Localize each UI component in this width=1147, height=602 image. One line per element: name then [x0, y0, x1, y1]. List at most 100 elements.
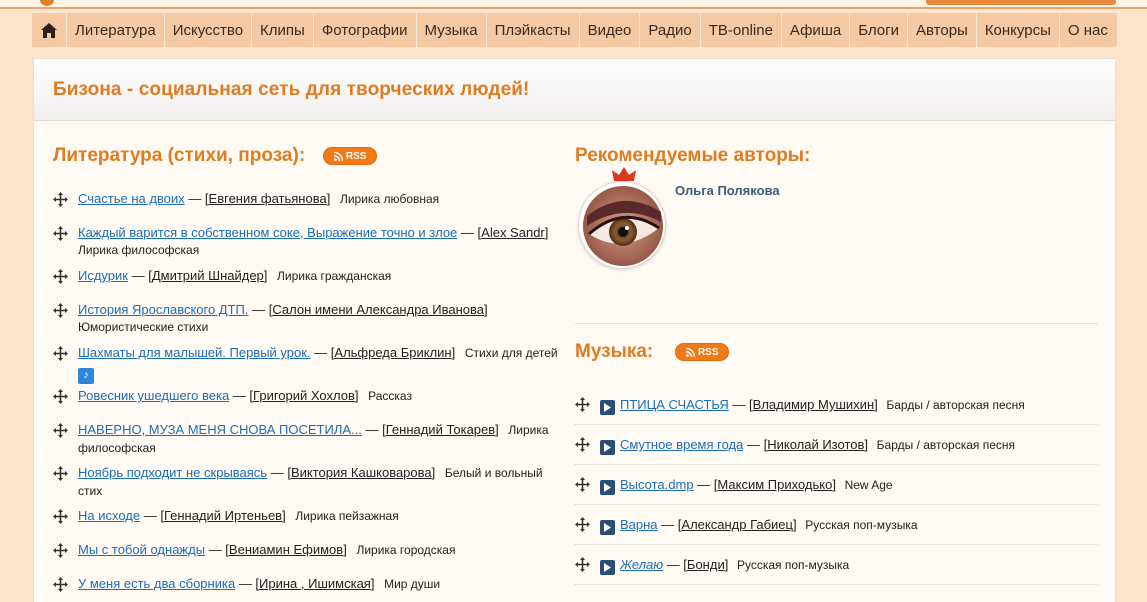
- literature-item-author[interactable]: Геннадий Токарев: [386, 422, 495, 437]
- play-icon[interactable]: [600, 520, 615, 535]
- move-icon[interactable]: [53, 226, 68, 241]
- move-icon[interactable]: [53, 389, 68, 404]
- nav-item-authors[interactable]: Авторы: [908, 13, 977, 47]
- rss-icon: [333, 151, 343, 161]
- move-icon[interactable]: [575, 397, 590, 412]
- literature-item-title[interactable]: Каждый варится в собственном соке, Выраж…: [78, 225, 457, 240]
- nav-item-art[interactable]: Искусство: [165, 13, 253, 47]
- play-icon[interactable]: [600, 560, 615, 575]
- nav-item-contests[interactable]: Конкурсы: [977, 13, 1060, 47]
- nav-item-photos[interactable]: Фотографии: [314, 13, 417, 47]
- literature-item-author[interactable]: Виктория Кашковарова: [291, 465, 432, 480]
- music-item-author[interactable]: Бонди: [687, 557, 725, 572]
- nav-item-radio[interactable]: Радио: [640, 13, 701, 47]
- list-item: Ноябрь подходит не скрываясь — [Виктория…: [53, 464, 563, 507]
- nav-home[interactable]: [32, 13, 67, 47]
- nav-item-clips[interactable]: Клипы: [252, 13, 314, 47]
- music-item-author[interactable]: Николай Изотов: [767, 437, 864, 452]
- music-list: ПТИЦА СЧАСТЬЯ — [Владимир Мушихин] Барды…: [575, 385, 1098, 585]
- literature-item-title[interactable]: Мы с тобой однажды: [78, 542, 205, 557]
- nav-item-blogs[interactable]: Блоги: [850, 13, 908, 47]
- literature-item-author[interactable]: Салон имени Александра Иванова: [272, 302, 484, 317]
- literature-item-author[interactable]: Ирина , Ишимская: [259, 576, 371, 591]
- nav-item-video[interactable]: Видео: [580, 13, 641, 47]
- music-item-author[interactable]: Максим Приходько: [717, 477, 832, 492]
- move-icon[interactable]: [53, 466, 68, 481]
- move-icon[interactable]: [575, 517, 590, 532]
- nav-item-tv-online[interactable]: ТВ-online: [701, 13, 782, 47]
- literature-title: Литература (стихи, проза):: [53, 145, 306, 166]
- music-item-title[interactable]: Желаю: [620, 557, 663, 572]
- list-item: На исходе — [Геннадий Иртеньев] Лирика п…: [53, 507, 563, 541]
- list-item: Варна — [Александр Габиец] Русская поп-м…: [575, 505, 1098, 545]
- literature-item-title[interactable]: У меня есть два сборника: [78, 576, 235, 591]
- literature-item-genre: Лирика городская: [356, 543, 456, 557]
- literature-item-genre: Стихи для детей: [464, 346, 558, 360]
- music-item-title[interactable]: Варна: [620, 517, 658, 532]
- music-rss-button[interactable]: RSS: [675, 343, 730, 361]
- move-icon[interactable]: [575, 557, 590, 572]
- nav-item-afisha[interactable]: Афиша: [782, 13, 851, 47]
- music-rss-label: RSS: [697, 346, 719, 358]
- music-item-title[interactable]: ПТИЦА СЧАСТЬЯ: [620, 397, 729, 412]
- literature-item-author[interactable]: Геннадий Иртеньев: [164, 508, 282, 523]
- author-photo: [583, 186, 663, 266]
- music-title: Музыка:: [575, 341, 654, 362]
- recommended-header: Рекомендуемые авторы:: [575, 145, 810, 167]
- literature-item-author[interactable]: Дмитрий Шнайдер: [152, 268, 264, 283]
- literature-item-title[interactable]: Исдурик: [78, 268, 128, 283]
- literature-item-author[interactable]: Альфреда Бриклин: [334, 345, 451, 360]
- literature-item-genre: Лирика философская: [78, 243, 200, 257]
- list-item: Мы с тобой однажды — [Вениамин Ефимов] Л…: [53, 541, 563, 575]
- nav-item-about[interactable]: О нас: [1060, 13, 1116, 47]
- nav-item-music[interactable]: Музыка: [417, 13, 487, 47]
- music-item-genre: New Age: [844, 478, 893, 492]
- music-item-author[interactable]: Александр Габиец: [681, 517, 793, 532]
- literature-item-title[interactable]: Шахматы для малышей. Первый урок.: [78, 345, 311, 360]
- literature-item-title[interactable]: Счастье на двоих: [78, 191, 185, 206]
- literature-item-author[interactable]: Григорий Хохлов: [253, 388, 355, 403]
- move-icon[interactable]: [53, 423, 68, 438]
- move-icon[interactable]: [53, 509, 68, 524]
- move-icon[interactable]: [53, 577, 68, 592]
- move-icon[interactable]: [575, 477, 590, 492]
- list-item: Высота.dmp — [Максим Приходько] New Age: [575, 465, 1098, 505]
- literature-item-title[interactable]: Ровесник ушедшего века: [78, 388, 229, 403]
- literature-item-title[interactable]: История Ярославского ДТП.: [78, 302, 249, 317]
- avatar[interactable]: [578, 181, 666, 269]
- move-icon[interactable]: [53, 346, 68, 361]
- music-item-author[interactable]: Владимир Мушихин: [753, 397, 874, 412]
- top-strip: [0, 0, 1147, 9]
- literature-item-title[interactable]: Ноябрь подходит не скрываясь: [78, 465, 267, 480]
- nav-item-playcasts[interactable]: Плэйкасты: [487, 13, 580, 47]
- top-button[interactable]: [926, 0, 1116, 5]
- list-item: НАВЕРНО, МУЗА МЕНЯ СНОВА ПОСЕТИЛА... — […: [53, 421, 563, 464]
- logo-icon[interactable]: [40, 0, 54, 6]
- list-item: ПТИЦА СЧАСТЬЯ — [Владимир Мушихин] Барды…: [575, 385, 1098, 425]
- play-icon[interactable]: [600, 480, 615, 495]
- music-item-title[interactable]: Смутное время года: [620, 437, 743, 452]
- move-icon[interactable]: [53, 543, 68, 558]
- literature-item-author[interactable]: Вениамин Ефимов: [229, 542, 343, 557]
- music-item-genre: Барды / авторская песня: [886, 398, 1025, 412]
- recommended-author-name[interactable]: Ольга Полякова: [675, 183, 780, 198]
- nav-item-literature[interactable]: Литература: [67, 13, 165, 47]
- literature-item-author[interactable]: Alex Sandr: [481, 225, 545, 240]
- move-icon[interactable]: [53, 269, 68, 284]
- literature-item-author[interactable]: Евгения фатьянова: [209, 191, 327, 206]
- move-icon[interactable]: [53, 303, 68, 318]
- move-icon[interactable]: [53, 192, 68, 207]
- move-icon[interactable]: [575, 437, 590, 452]
- list-item: Шахматы для малышей. Первый урок. — [Аль…: [53, 344, 563, 387]
- music-item-title[interactable]: Высота.dmp: [620, 477, 694, 492]
- main-nav: Литература Искусство Клипы Фотографии Му…: [32, 13, 1117, 47]
- home-icon: [41, 22, 57, 38]
- literature-rss-button[interactable]: RSS: [323, 147, 378, 165]
- music-item-genre: Русская поп-музыка: [805, 518, 918, 532]
- list-item: Каждый варится в собственном соке, Выраж…: [53, 224, 563, 267]
- play-icon[interactable]: [600, 400, 615, 415]
- literature-item-title[interactable]: НАВЕРНО, МУЗА МЕНЯ СНОВА ПОСЕТИЛА...: [78, 422, 362, 437]
- literature-item-title[interactable]: На исходе: [78, 508, 140, 523]
- list-item: История Ярославского ДТП. — [Салон имени…: [53, 301, 563, 344]
- play-icon[interactable]: [600, 440, 615, 455]
